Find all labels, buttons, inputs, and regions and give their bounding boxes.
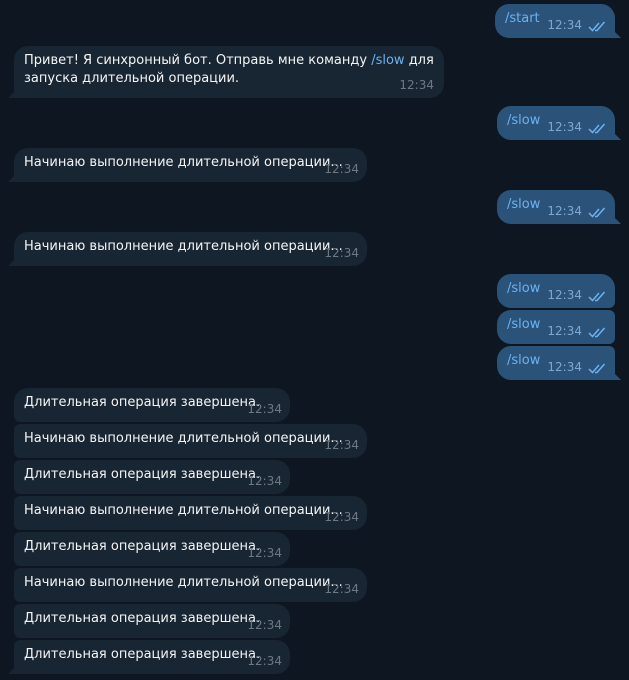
message-outgoing[interactable]: /slow 12:34 (497, 190, 615, 224)
message-time: 12:34 (324, 582, 359, 596)
message-incoming[interactable]: Длительная операция завершена. 12:34 (14, 460, 290, 494)
message-text: /slow (507, 317, 541, 332)
double-check-icon (588, 363, 606, 374)
message-time: 12:34 (324, 510, 359, 524)
command-link-slow[interactable]: /slow (371, 53, 404, 68)
message-incoming[interactable]: Длительная операция завершена. 12:34 (14, 604, 290, 638)
message-text: запуска длительной операции. (24, 71, 240, 86)
message-incoming[interactable]: Начинаю выполнение длительной операции..… (14, 496, 367, 530)
message-outgoing[interactable]: /start 12:34 (495, 4, 615, 38)
message-time: 12:34 (399, 78, 434, 92)
message-time: 12:34 (547, 360, 582, 374)
message-time: 12:34 (324, 246, 359, 260)
double-check-icon (588, 327, 606, 338)
double-check-icon (588, 21, 606, 32)
message-incoming[interactable]: Длительная операция завершена. 12:34 (14, 532, 290, 566)
chat-history[interactable]: /start 12:34 Привет! Я синхронный бот. О… (0, 0, 629, 680)
message-text: /slow (507, 353, 541, 368)
message-time: 12:34 (247, 546, 282, 560)
message-time: 12:34 (247, 402, 282, 416)
message-text: для (408, 53, 434, 68)
message-text: Привет! Я синхронный бот. Отправь мне ко… (24, 53, 372, 68)
message-text: Начинаю выполнение длительной операции..… (24, 155, 343, 170)
message-text: /slow (507, 281, 541, 296)
message-outgoing[interactable]: /slow 12:34 (497, 106, 615, 140)
message-outgoing[interactable]: /slow 12:34 (497, 346, 615, 380)
message-time: 12:34 (247, 474, 282, 488)
message-outgoing[interactable]: /slow 12:34 (497, 274, 615, 308)
message-incoming[interactable]: Начинаю выполнение длительной операции..… (14, 568, 367, 602)
message-text: Начинаю выполнение длительной операции..… (24, 503, 343, 518)
message-time: 12:34 (324, 438, 359, 452)
message-incoming[interactable]: Привет! Я синхронный бот. Отправь мне ко… (14, 46, 444, 98)
message-text: Длительная операция завершена. (24, 395, 261, 410)
message-incoming[interactable]: Начинаю выполнение длительной операции..… (14, 148, 367, 182)
message-time: 12:34 (547, 18, 582, 32)
message-outgoing[interactable]: /slow 12:34 (497, 310, 615, 344)
message-time: 12:34 (547, 204, 582, 218)
message-time: 12:34 (547, 324, 582, 338)
message-text: Длительная операция завершена. (24, 467, 261, 482)
message-text: Начинаю выполнение длительной операции..… (24, 239, 343, 254)
message-time: 12:34 (324, 162, 359, 176)
double-check-icon (588, 291, 606, 302)
message-text: Начинаю выполнение длительной операции..… (24, 431, 343, 446)
double-check-icon (588, 207, 606, 218)
message-incoming[interactable]: Начинаю выполнение длительной операции..… (14, 232, 367, 266)
message-incoming[interactable]: Длительная операция завершена. 12:34 (14, 388, 290, 422)
message-time: 12:34 (247, 654, 282, 668)
message-text: /slow (507, 113, 541, 128)
message-incoming[interactable]: Начинаю выполнение длительной операции..… (14, 424, 367, 458)
message-text: /start (505, 11, 540, 26)
message-text: Длительная операция завершена. (24, 611, 261, 626)
message-time: 12:34 (547, 288, 582, 302)
message-text: Длительная операция завершена. (24, 539, 261, 554)
message-time: 12:34 (247, 618, 282, 632)
message-text: /slow (507, 197, 541, 212)
message-incoming[interactable]: Длительная операция завершена. 12:34 (14, 640, 290, 674)
message-text: Длительная операция завершена. (24, 647, 261, 662)
message-time: 12:34 (547, 120, 582, 134)
message-text: Начинаю выполнение длительной операции..… (24, 575, 343, 590)
double-check-icon (588, 123, 606, 134)
